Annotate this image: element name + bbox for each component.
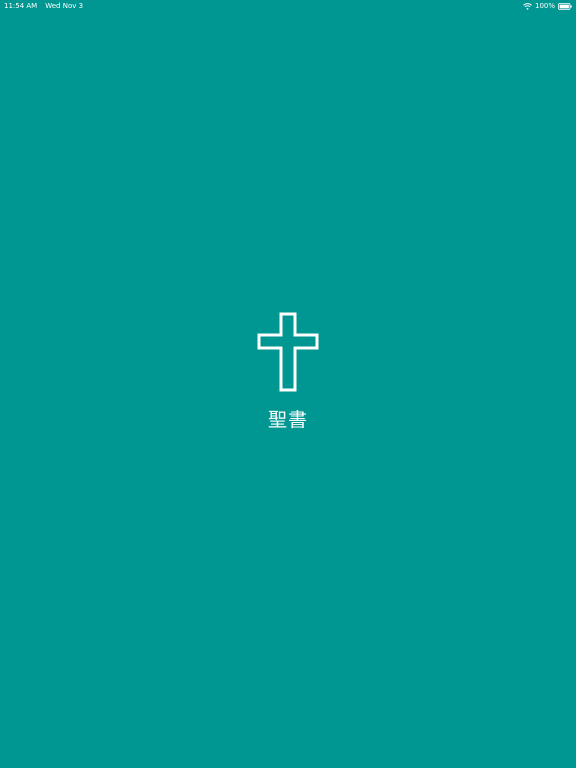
splash-content: 聖書 — [0, 312, 576, 432]
status-time: 11:54 AM — [4, 2, 38, 10]
splash-screen: 11:54 AM Wed Nov 3 100% 聖書 — [0, 0, 576, 768]
status-right: 100% — [523, 0, 572, 12]
cross-icon — [257, 312, 319, 392]
status-bar: 11:54 AM Wed Nov 3 100% — [0, 0, 576, 12]
status-date: Wed Nov 3 — [45, 2, 84, 10]
app-title: 聖書 — [267, 409, 308, 431]
status-left: 11:54 AM Wed Nov 3 — [4, 0, 83, 12]
battery-percent: 100% — [534, 2, 555, 10]
wifi-icon — [523, 2, 532, 10]
battery-icon — [558, 2, 572, 10]
